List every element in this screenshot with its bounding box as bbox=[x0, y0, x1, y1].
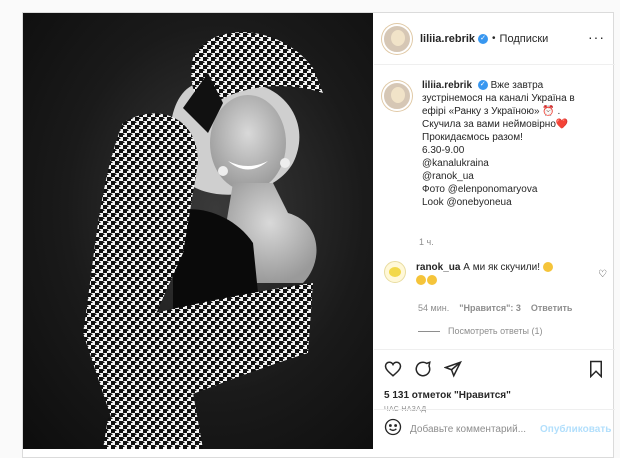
comment-avatar[interactable] bbox=[384, 261, 406, 283]
caption-username[interactable]: liliia.rebrik bbox=[422, 80, 472, 91]
caption-time: 1 ч. bbox=[419, 237, 434, 247]
comment-item: ranok_ua А ми як скучили! ♡ bbox=[384, 261, 609, 287]
caption-line: Фото @elenponomaryova bbox=[422, 184, 538, 195]
verified-icon: ✓ bbox=[477, 80, 488, 91]
add-comment-bar: Опубликовать bbox=[374, 409, 615, 449]
bookmark-icon[interactable] bbox=[587, 360, 605, 383]
comment-like-icon[interactable]: ♡ bbox=[598, 269, 607, 280]
caption-line: 6.30-9.00 bbox=[422, 145, 465, 156]
emoji-icon bbox=[416, 275, 426, 286]
caption-line: Вже завтра bbox=[490, 80, 544, 91]
more-icon[interactable]: ··· bbox=[588, 29, 605, 45]
likes-count[interactable]: 5 131 отметок "Нравится" bbox=[384, 390, 511, 401]
page-background: liliia.rebrik ✓ • Подписки ··· liliia.re… bbox=[0, 0, 620, 458]
comment-likes[interactable]: "Нравится": 3 bbox=[459, 303, 521, 313]
comment-meta: 54 мин. "Нравится": 3 Ответить bbox=[418, 303, 572, 313]
view-replies-button[interactable]: Посмотреть ответы (1) bbox=[418, 326, 543, 336]
caption-line: Look @onebyoneua bbox=[422, 197, 512, 208]
comment-icon[interactable] bbox=[414, 360, 432, 383]
caption-line: ефірі «Ранку з Україною» ⏰ . bbox=[422, 106, 561, 117]
post-sidebar: liliia.rebrik ✓ • Подписки ··· liliia.re… bbox=[374, 13, 615, 449]
mention-link[interactable]: @ranok_ua bbox=[422, 170, 575, 183]
share-icon[interactable] bbox=[443, 360, 462, 383]
mention-link[interactable]: @kanalukraina bbox=[422, 157, 575, 170]
header-username[interactable]: liliia.rebrik bbox=[420, 33, 475, 45]
caption-line: зустрінемося на каналі Україна в bbox=[422, 93, 575, 104]
action-icons bbox=[384, 360, 462, 383]
comment-input[interactable] bbox=[410, 424, 540, 435]
post-caption: liliia.rebrik ✓ Вже завтра зустрінемося … bbox=[382, 79, 610, 209]
caption-line: Скучила за вами неймовірно❤️ bbox=[422, 119, 569, 130]
separator-dot: • bbox=[492, 33, 496, 44]
emoji-icon bbox=[542, 262, 553, 273]
publish-button[interactable]: Опубликовать bbox=[540, 424, 611, 435]
heart-icon[interactable] bbox=[384, 360, 402, 383]
comment-username[interactable]: ranok_ua bbox=[416, 262, 460, 273]
follow-status-button[interactable]: Подписки bbox=[500, 33, 549, 45]
smile-icon[interactable] bbox=[384, 418, 402, 441]
avatar[interactable] bbox=[382, 23, 412, 54]
photo-illustration bbox=[83, 32, 323, 449]
comment-body: ranok_ua А ми як скучили! bbox=[416, 261, 586, 287]
caption-avatar[interactable] bbox=[382, 81, 412, 111]
post-photo[interactable] bbox=[23, 13, 373, 449]
comment-time: 54 мин. bbox=[418, 303, 450, 313]
post-dialog: liliia.rebrik ✓ • Подписки ··· liliia.re… bbox=[22, 12, 615, 458]
reply-button[interactable]: Ответить bbox=[531, 303, 573, 313]
caption-line: Прокидаємось разом! bbox=[422, 132, 523, 143]
verified-icon: ✓ bbox=[478, 33, 489, 44]
post-header: liliia.rebrik ✓ • Подписки ··· bbox=[374, 13, 615, 65]
caption-text: liliia.rebrik ✓ Вже завтра зустрінемося … bbox=[422, 79, 575, 209]
emoji-icon bbox=[427, 275, 437, 286]
comment-text: А ми як скучили! bbox=[463, 262, 540, 273]
